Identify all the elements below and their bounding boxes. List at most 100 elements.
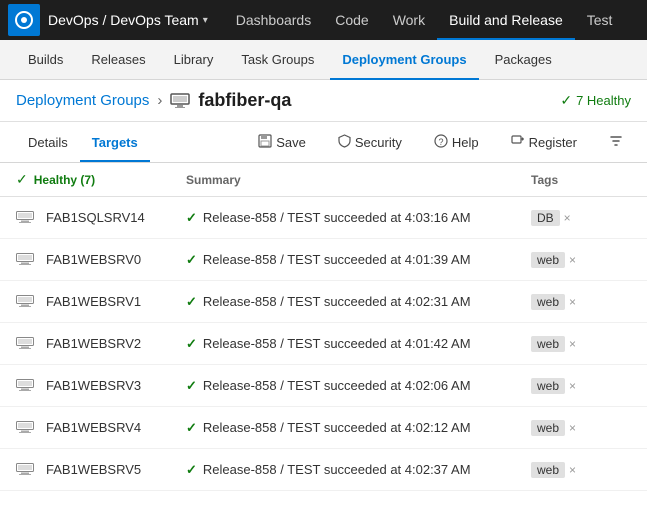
success-check-icon: ✓ (186, 336, 197, 352)
logo[interactable] (8, 4, 40, 36)
row-name-col: FAB1WEBSRV3 (16, 378, 186, 393)
row-name-col: FAB1WEBSRV2 (16, 336, 186, 351)
second-nav-releases[interactable]: Releases (79, 40, 157, 80)
row-tags-col: web × (531, 378, 631, 394)
tab-targets[interactable]: Targets (80, 122, 150, 162)
filter-icon (609, 134, 623, 151)
table-row: FAB1SQLSRV14 ✓ Release-858 / TEST succee… (0, 197, 647, 239)
save-label: Save (276, 135, 306, 150)
table-row: FAB1WEBSRV1 ✓ Release-858 / TEST succeed… (0, 281, 647, 323)
summary-value: Release-858 / TEST succeeded at 4:02:31 … (203, 294, 471, 309)
second-nav-task-groups[interactable]: Task Groups (229, 40, 326, 80)
tab-details[interactable]: Details (16, 122, 80, 162)
tag-remove-icon[interactable]: × (569, 379, 576, 393)
row-tags-col: web × (531, 336, 631, 352)
row-tags-col: web × (531, 420, 631, 436)
healthy-count-label: Healthy (7) (34, 173, 95, 187)
summary-text: ✓ Release-858 / TEST succeeded at 4:02:3… (186, 294, 531, 310)
top-nav-item-build-release[interactable]: Build and Release (437, 0, 575, 40)
tag-badge[interactable]: web (531, 378, 565, 394)
tab-bar: Details Targets Save Security (0, 122, 647, 163)
summary-text: ✓ Release-858 / TEST succeeded at 4:02:3… (186, 462, 531, 478)
top-nav-items: Dashboards Code Work Build and Release T… (224, 0, 639, 40)
success-check-icon: ✓ (186, 462, 197, 478)
tag-badge[interactable]: web (531, 462, 565, 478)
server-icon (16, 463, 34, 477)
second-nav: Builds Releases Library Task Groups Depl… (0, 40, 647, 80)
tab-bar-right: Save Security ? Help (250, 128, 631, 156)
register-icon (511, 134, 525, 151)
save-icon (258, 134, 272, 151)
server-name[interactable]: FAB1WEBSRV1 (46, 294, 141, 309)
server-name[interactable]: FAB1SQLSRV14 (46, 210, 145, 225)
server-icon (16, 337, 34, 351)
server-name[interactable]: FAB1WEBSRV0 (46, 252, 141, 267)
top-nav-item-dashboards[interactable]: Dashboards (224, 0, 324, 40)
filter-button[interactable] (601, 128, 631, 156)
second-nav-builds[interactable]: Builds (16, 40, 75, 80)
security-button[interactable]: Security (330, 128, 410, 156)
help-label: Help (452, 135, 479, 150)
server-icon (16, 253, 34, 267)
summary-header-label: Summary (186, 173, 241, 187)
server-icon (16, 211, 34, 225)
second-nav-packages[interactable]: Packages (483, 40, 564, 80)
tag-badge[interactable]: DB (531, 210, 560, 226)
register-button[interactable]: Register (503, 128, 585, 156)
row-name-col: FAB1SQLSRV14 (16, 210, 186, 225)
tag-remove-icon[interactable]: × (569, 463, 576, 477)
org-chevron-icon[interactable]: ▾ (203, 15, 208, 26)
healthy-count: 7 Healthy (576, 93, 631, 108)
row-summary-col: ✓ Release-858 / TEST succeeded at 4:02:0… (186, 378, 531, 394)
server-name[interactable]: FAB1WEBSRV3 (46, 378, 141, 393)
server-icon (16, 379, 34, 393)
help-button[interactable]: ? Help (426, 128, 487, 156)
save-button[interactable]: Save (250, 128, 314, 156)
table-container: ✓ Healthy (7) Summary Tags FAB1SQLSRV14 (0, 163, 647, 491)
summary-text: ✓ Release-858 / TEST succeeded at 4:01:4… (186, 336, 531, 352)
breadcrumb-separator: › (157, 92, 162, 109)
summary-value: Release-858 / TEST succeeded at 4:01:39 … (203, 252, 471, 267)
top-nav-item-test[interactable]: Test (575, 0, 625, 40)
row-name-col: FAB1WEBSRV0 (16, 252, 186, 267)
register-label: Register (529, 135, 577, 150)
breadcrumb-bar: Deployment Groups › fabfiber-qa ✓ 7 Heal… (0, 80, 647, 122)
top-nav-item-code[interactable]: Code (323, 0, 380, 40)
tag-badge[interactable]: web (531, 420, 565, 436)
healthy-badge: ✓ 7 Healthy (560, 92, 631, 109)
server-name[interactable]: FAB1WEBSRV2 (46, 336, 141, 351)
second-nav-deployment-groups[interactable]: Deployment Groups (330, 40, 478, 80)
tag-remove-icon[interactable]: × (569, 295, 576, 309)
row-summary-col: ✓ Release-858 / TEST succeeded at 4:02:3… (186, 294, 531, 310)
table-row: FAB1WEBSRV3 ✓ Release-858 / TEST succeed… (0, 365, 647, 407)
summary-value: Release-858 / TEST succeeded at 4:01:42 … (203, 336, 471, 351)
row-name-col: FAB1WEBSRV5 (16, 462, 186, 477)
second-nav-library[interactable]: Library (162, 40, 226, 80)
tag-remove-icon[interactable]: × (569, 337, 576, 351)
breadcrumb-link[interactable]: Deployment Groups (16, 92, 149, 109)
tag-remove-icon[interactable]: × (564, 211, 571, 225)
row-tags-col: web × (531, 294, 631, 310)
svg-text:?: ? (438, 137, 443, 147)
tab-bar-left: Details Targets (16, 122, 150, 162)
success-check-icon: ✓ (186, 420, 197, 436)
top-nav-item-work[interactable]: Work (381, 0, 437, 40)
row-summary-col: ✓ Release-858 / TEST succeeded at 4:03:1… (186, 210, 531, 226)
row-summary-col: ✓ Release-858 / TEST succeeded at 4:01:4… (186, 336, 531, 352)
row-name-col: FAB1WEBSRV4 (16, 420, 186, 435)
tag-badge[interactable]: web (531, 294, 565, 310)
table-row: FAB1WEBSRV5 ✓ Release-858 / TEST succeed… (0, 449, 647, 491)
table-body: FAB1SQLSRV14 ✓ Release-858 / TEST succee… (0, 197, 647, 491)
server-name[interactable]: FAB1WEBSRV4 (46, 420, 141, 435)
security-label: Security (355, 135, 402, 150)
table-row: FAB1WEBSRV4 ✓ Release-858 / TEST succeed… (0, 407, 647, 449)
tag-remove-icon[interactable]: × (569, 421, 576, 435)
server-name[interactable]: FAB1WEBSRV5 (46, 462, 141, 477)
summary-text: ✓ Release-858 / TEST succeeded at 4:02:0… (186, 378, 531, 394)
tag-remove-icon[interactable]: × (569, 253, 576, 267)
server-icon (16, 421, 34, 435)
org-name[interactable]: DevOps / DevOps Team (48, 12, 199, 28)
table-row: FAB1WEBSRV2 ✓ Release-858 / TEST succeed… (0, 323, 647, 365)
tag-badge[interactable]: web (531, 252, 565, 268)
tag-badge[interactable]: web (531, 336, 565, 352)
